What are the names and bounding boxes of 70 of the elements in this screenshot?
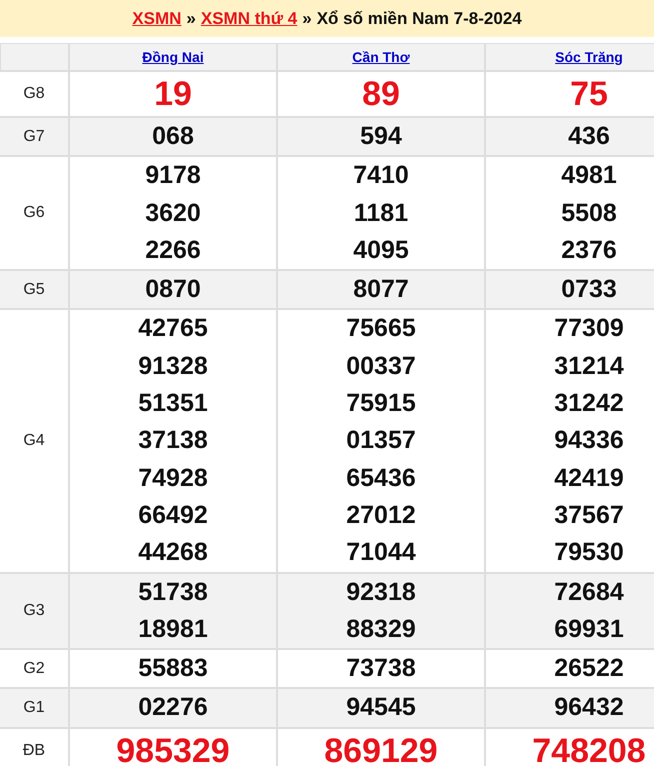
result-number: 01357 <box>346 425 416 456</box>
prize-label: G7 <box>23 128 45 146</box>
result-number: 51738 <box>138 576 208 608</box>
result-number: 51351 <box>138 388 208 420</box>
result-number: 18981 <box>138 614 208 645</box>
result-number: 74928 <box>138 462 208 494</box>
result-number: 66492 <box>138 500 208 531</box>
result-number: 1181 <box>354 198 408 229</box>
result-number: 436 <box>568 121 610 152</box>
result-number: 2266 <box>145 234 201 266</box>
result-number: 00337 <box>346 350 416 382</box>
prize-label: G8 <box>23 85 45 103</box>
result-number: 3620 <box>145 198 201 229</box>
result-number: 27012 <box>346 500 416 531</box>
result-number: 55883 <box>138 653 208 684</box>
result-number: 2376 <box>561 234 617 266</box>
province-link[interactable]: Cần Thơ <box>352 49 410 65</box>
breadcrumb-separator: » <box>302 8 312 28</box>
result-number: 73738 <box>346 653 416 684</box>
result-number: 5508 <box>561 198 617 229</box>
result-number: 92318 <box>346 576 416 608</box>
result-number: 72684 <box>554 576 624 608</box>
result-number: 9178 <box>145 160 201 192</box>
page-title: Xổ số miền Nam 7-8-2024 <box>316 8 522 28</box>
result-number: 75915 <box>346 388 416 420</box>
breadcrumb-separator: » <box>186 8 196 28</box>
result-number: 37567 <box>554 500 624 531</box>
breadcrumb-link[interactable]: XSMN thứ 4 <box>200 8 298 28</box>
result-number: 44268 <box>138 537 208 568</box>
result-number: 96432 <box>554 692 624 724</box>
result-number: 0733 <box>561 274 617 306</box>
prize-label: G3 <box>23 602 45 620</box>
highlighted-number: 89 <box>362 74 400 115</box>
result-number: 77309 <box>554 313 624 344</box>
result-number: 594 <box>360 121 402 152</box>
result-number: 94545 <box>346 692 416 724</box>
result-number: 7410 <box>353 160 409 192</box>
result-number: 65436 <box>346 462 416 494</box>
highlighted-number: 75 <box>570 74 608 115</box>
result-number: 8077 <box>353 274 409 306</box>
result-number: 94336 <box>554 425 624 456</box>
result-number: 37138 <box>138 425 208 456</box>
result-number: 69931 <box>554 614 624 645</box>
result-number: 42765 <box>138 313 208 344</box>
highlighted-number: 985329 <box>116 730 230 766</box>
prize-label: G6 <box>23 204 45 222</box>
prize-label: G5 <box>23 280 45 299</box>
result-number: 42419 <box>554 462 624 494</box>
result-number: 91328 <box>138 350 208 382</box>
result-number: 26522 <box>554 653 624 684</box>
prize-label: G1 <box>23 699 45 718</box>
result-number: 068 <box>152 121 194 152</box>
province-link[interactable]: Đồng Nai <box>142 49 204 65</box>
result-number: 75665 <box>346 313 416 344</box>
prize-label: ĐB <box>22 742 46 760</box>
highlighted-number: 19 <box>154 74 192 115</box>
result-number: 4095 <box>353 234 409 266</box>
result-number: 0870 <box>145 274 201 306</box>
result-number: 79530 <box>554 537 624 568</box>
result-number: 31242 <box>554 388 624 420</box>
result-number: 31214 <box>554 350 624 382</box>
prize-label: G2 <box>23 660 45 678</box>
result-number: 71044 <box>346 537 416 568</box>
highlighted-number: 748208 <box>532 730 646 766</box>
result-number: 88329 <box>346 614 416 645</box>
highlighted-number: 869129 <box>324 730 438 766</box>
breadcrumb-link[interactable]: XSMN <box>132 8 182 28</box>
prize-label: G4 <box>23 432 45 450</box>
result-number: 4981 <box>561 160 617 192</box>
result-number: 02276 <box>138 692 208 724</box>
